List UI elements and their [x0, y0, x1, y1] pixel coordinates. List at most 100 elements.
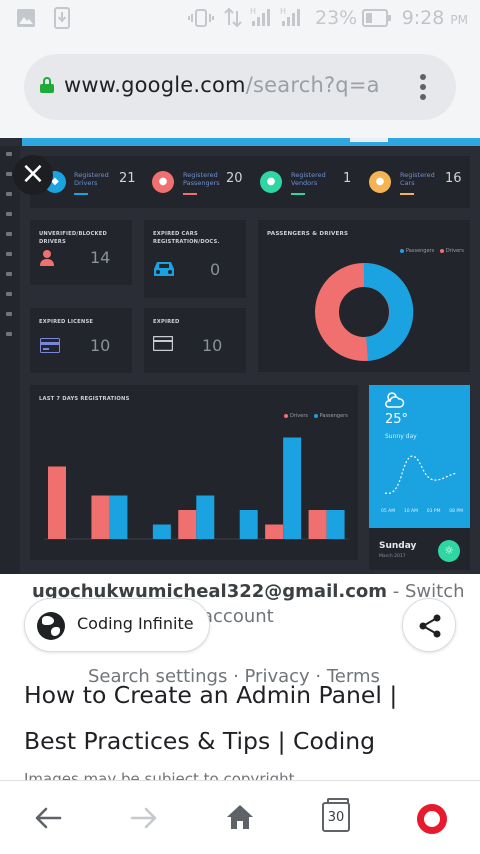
url-text[interactable]: www.google.com/search?q=a: [64, 73, 409, 97]
stat-value: 21: [119, 171, 136, 186]
forward-button[interactable]: [114, 781, 174, 854]
car-icon: [154, 262, 174, 276]
bar-passengers-4: [196, 495, 215, 539]
stat-value: 1: [343, 171, 352, 186]
image-result-panel: ugochukwumicheal322@gmail.com - Switch a…: [0, 574, 480, 780]
url-host: www.google.com: [64, 73, 246, 97]
close-preview-button[interactable]: ×: [13, 155, 53, 195]
card-last7days: LAST 7 DAYS REGISTRATIONS Drivers Passen…: [30, 385, 358, 560]
user-icon: [40, 250, 54, 266]
card-expired-cars: EXPIRED CARS REGISTRATION/DOCS. 0: [144, 220, 246, 298]
home-icon: [227, 805, 253, 829]
bar-passengers-7: [326, 510, 345, 539]
source-chip[interactable]: Coding Infinite: [24, 598, 210, 652]
menu-icon[interactable]: [420, 74, 426, 100]
time-label: 05 AM: [381, 509, 396, 514]
vibrate-icon: [188, 9, 214, 27]
card-title: EXPIRED: [153, 319, 180, 325]
preview-sidebar: [0, 146, 20, 574]
weather-card: 25° Sunny day 05 AM 10 AM 03 PM 08 PM: [369, 385, 470, 528]
data-transfer-icon: [224, 8, 242, 28]
result-title[interactable]: How to Create an Admin Panel | Best Prac…: [24, 672, 444, 764]
bar-passengers-6: [283, 437, 302, 539]
weather-day: Sunday: [379, 541, 417, 551]
time-label: 10 AM: [403, 509, 418, 514]
weather-temp: 25°: [385, 412, 409, 427]
card-passengers-drivers: PASSENGERS & DRIVERS Passengers Drivers: [258, 220, 470, 372]
bottom-navigation: 30: [0, 780, 480, 854]
sun-icon: ☼: [438, 540, 460, 562]
stat-label: Registered Passengers: [183, 171, 220, 187]
card-title: EXPIRED CARS REGISTRATION/DOCS.: [153, 231, 220, 245]
back-button[interactable]: [18, 781, 78, 854]
card-icon: [153, 336, 173, 351]
donut-title: PASSENGERS & DRIVERS: [267, 231, 349, 237]
clock: 9:28 PM: [402, 7, 468, 29]
bar-drivers-4: [178, 510, 197, 539]
image-icon: [17, 9, 35, 27]
url-path: /search?q=a: [245, 73, 380, 97]
cloud-sun-icon: [385, 392, 405, 408]
users-icon: ●: [260, 171, 282, 193]
card-title: EXPIRED LICENSE: [39, 319, 94, 325]
card-expired-license: EXPIRED LICENSE 10: [30, 308, 132, 373]
bar-drivers-7: [308, 510, 327, 539]
browser-toolbar: www.google.com/search?q=a: [0, 36, 480, 138]
tabs-button[interactable]: 30: [322, 798, 350, 832]
bar-passengers-2: [109, 495, 128, 539]
image-preview[interactable]: ◆ Registered Drivers 21 ● Registered Pas…: [0, 138, 480, 574]
preview-topbar: [22, 138, 480, 146]
users-icon: ●: [369, 171, 391, 193]
card-unverified-drivers: UNVERIFIED/BLOCKED DRIVERS 14: [30, 220, 132, 285]
bar-drivers-6: [265, 524, 284, 539]
clock-time: 9:28: [401, 7, 445, 29]
address-bar[interactable]: www.google.com/search?q=a: [24, 54, 456, 120]
account-word[interactable]: account: [202, 606, 274, 627]
share-button[interactable]: [402, 598, 456, 652]
download-icon: [54, 7, 70, 29]
weather-times: 05 AM 10 AM 03 PM 08 PM: [381, 509, 463, 514]
time-label: 08 PM: [449, 509, 463, 514]
source-name: Coding Infinite: [77, 614, 194, 633]
card-title: UNVERIFIED/BLOCKED DRIVERS: [39, 231, 108, 245]
users-icon: ●: [152, 171, 174, 193]
card-value: 0: [210, 260, 221, 279]
donut-legend: Passengers Drivers: [396, 248, 464, 254]
clock-suffix: PM: [450, 13, 468, 27]
signal-h-icon: H: [280, 7, 300, 26]
legend-passengers: Passengers: [406, 248, 435, 254]
battery-icon: [362, 9, 391, 27]
weather-date: March 2017: [379, 554, 406, 559]
bar-passengers-5: [239, 510, 258, 539]
copyright-note: Images may be subject to copyright.: [24, 770, 300, 780]
card-value: 10: [90, 336, 111, 355]
home-button[interactable]: [210, 781, 270, 854]
card-expired: EXPIRED 10: [144, 308, 246, 373]
legend-drivers: Drivers: [445, 248, 464, 254]
stat-value: 16: [445, 171, 462, 186]
weather-condition: Sunny day: [385, 433, 417, 440]
share-icon: [419, 614, 441, 638]
status-bar: H H 23% 9:28 PM: [0, 0, 480, 36]
svg-text:H: H: [250, 7, 256, 16]
lock-icon: [40, 77, 54, 93]
bar-chart: [44, 437, 348, 540]
stat-label: Registered Drivers: [74, 171, 109, 187]
bar-passengers-3: [152, 524, 171, 539]
id-card-icon: [40, 338, 60, 353]
stat-label: Registered Cars: [400, 171, 435, 187]
weather-curve: [384, 455, 458, 494]
bar-drivers-2: [91, 495, 110, 539]
battery-percent: 23%: [315, 7, 358, 29]
card-value: 14: [90, 248, 111, 267]
card-value: 10: [202, 336, 223, 355]
opera-menu-icon[interactable]: [417, 804, 447, 834]
donut-chart: [315, 262, 414, 361]
weather-day-card: Sunday March 2017 ☼: [369, 528, 470, 570]
bar-drivers-1: [48, 466, 66, 539]
stat-label: Registered Vendors: [291, 171, 326, 187]
signal-h-icon: H: [250, 7, 270, 26]
time-label: 03 PM: [426, 509, 441, 514]
svg-text:H: H: [280, 7, 286, 16]
donut-slice-passengers: [363, 262, 414, 361]
